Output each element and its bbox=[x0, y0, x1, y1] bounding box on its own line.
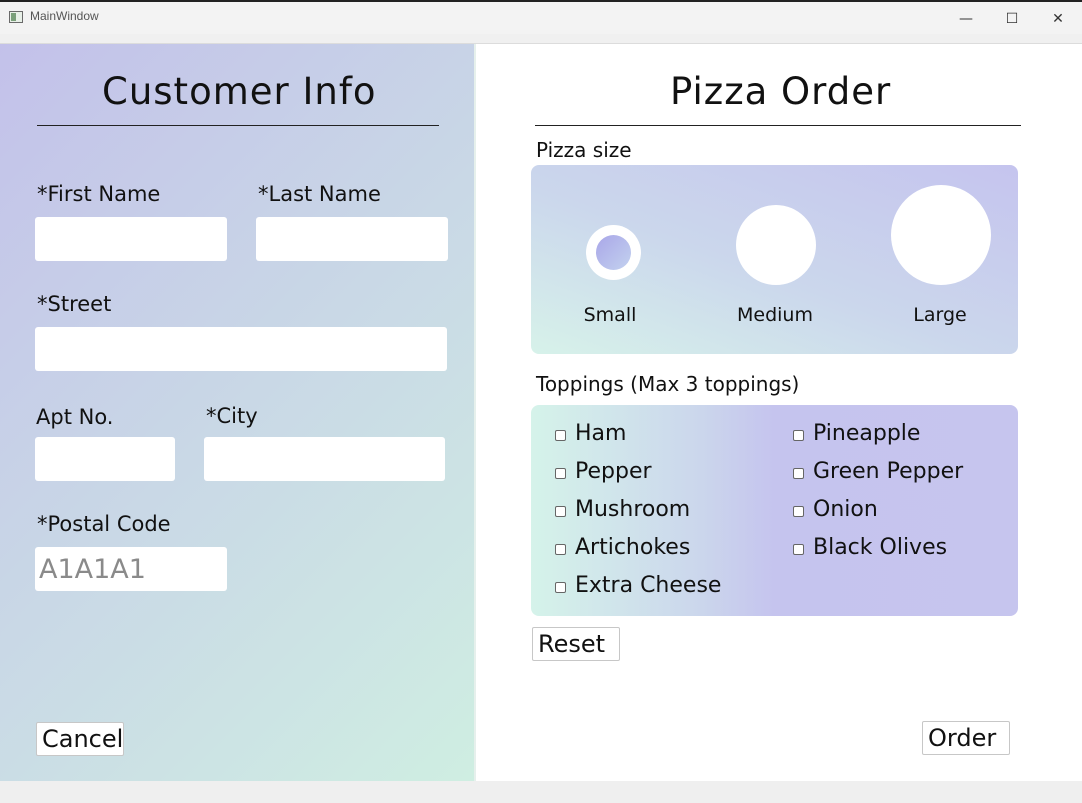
topping-label[interactable]: Pineapple bbox=[813, 421, 920, 446]
first-name-input[interactable] bbox=[35, 217, 227, 261]
window-title: MainWindow bbox=[30, 9, 99, 23]
city-input[interactable] bbox=[204, 437, 445, 481]
topping-label[interactable]: Onion bbox=[813, 497, 878, 522]
main-window: MainWindow — ☐ ✕ Customer Info *First Na… bbox=[0, 0, 1082, 803]
checkbox[interactable] bbox=[793, 544, 804, 555]
apt-no-label: Apt No. bbox=[36, 405, 114, 429]
minimize-icon[interactable]: — bbox=[943, 5, 989, 33]
cancel-button[interactable]: Cancel bbox=[36, 722, 124, 756]
checkbox[interactable] bbox=[555, 468, 566, 479]
topping-label[interactable]: Black Olives bbox=[813, 535, 947, 560]
checkbox[interactable] bbox=[555, 544, 566, 555]
menu-bar bbox=[0, 34, 1082, 44]
checkbox[interactable] bbox=[793, 430, 804, 441]
order-button[interactable]: Order bbox=[922, 721, 1010, 755]
topping-label[interactable]: Ham bbox=[575, 421, 626, 446]
size-small-radio[interactable] bbox=[586, 225, 641, 280]
pizza-heading-rule bbox=[535, 125, 1021, 126]
radio-selected-dot bbox=[596, 235, 631, 270]
size-large-radio[interactable] bbox=[891, 185, 991, 285]
postal-code-label: *Postal Code bbox=[37, 512, 171, 536]
status-bar bbox=[0, 781, 1082, 803]
first-name-label: *First Name bbox=[37, 182, 161, 206]
street-label: *Street bbox=[37, 292, 112, 316]
close-icon[interactable]: ✕ bbox=[1035, 5, 1081, 33]
toppings-label: Toppings (Max 3 toppings) bbox=[536, 372, 800, 396]
topping-label[interactable]: Green Pepper bbox=[813, 459, 963, 484]
checkbox[interactable] bbox=[555, 430, 566, 441]
size-large-label[interactable]: Large bbox=[900, 304, 980, 326]
app-window-icon bbox=[9, 11, 23, 23]
postal-code-input[interactable] bbox=[35, 547, 227, 591]
pizza-size-label: Pizza size bbox=[536, 138, 632, 162]
customer-info-heading: Customer Info bbox=[102, 70, 377, 113]
checkbox[interactable] bbox=[793, 506, 804, 517]
size-medium-radio[interactable] bbox=[736, 205, 816, 285]
last-name-input[interactable] bbox=[256, 217, 448, 261]
pizza-order-heading: Pizza Order bbox=[670, 70, 892, 113]
last-name-label: *Last Name bbox=[258, 182, 381, 206]
topping-label[interactable]: Mushroom bbox=[575, 497, 690, 522]
checkbox[interactable] bbox=[555, 582, 566, 593]
apt-no-input[interactable] bbox=[35, 437, 175, 481]
street-input[interactable] bbox=[35, 327, 447, 371]
topping-label[interactable]: Artichokes bbox=[575, 535, 690, 560]
city-label: *City bbox=[206, 404, 258, 428]
customer-heading-rule bbox=[37, 125, 439, 126]
topping-label[interactable]: Pepper bbox=[575, 459, 652, 484]
maximize-icon[interactable]: ☐ bbox=[989, 5, 1035, 33]
reset-button[interactable]: Reset bbox=[532, 627, 620, 661]
checkbox[interactable] bbox=[555, 506, 566, 517]
title-bar[interactable]: MainWindow — ☐ ✕ bbox=[0, 0, 1082, 34]
topping-label[interactable]: Extra Cheese bbox=[575, 573, 721, 598]
size-small-label[interactable]: Small bbox=[570, 304, 650, 326]
checkbox[interactable] bbox=[793, 468, 804, 479]
size-medium-label[interactable]: Medium bbox=[725, 304, 825, 326]
